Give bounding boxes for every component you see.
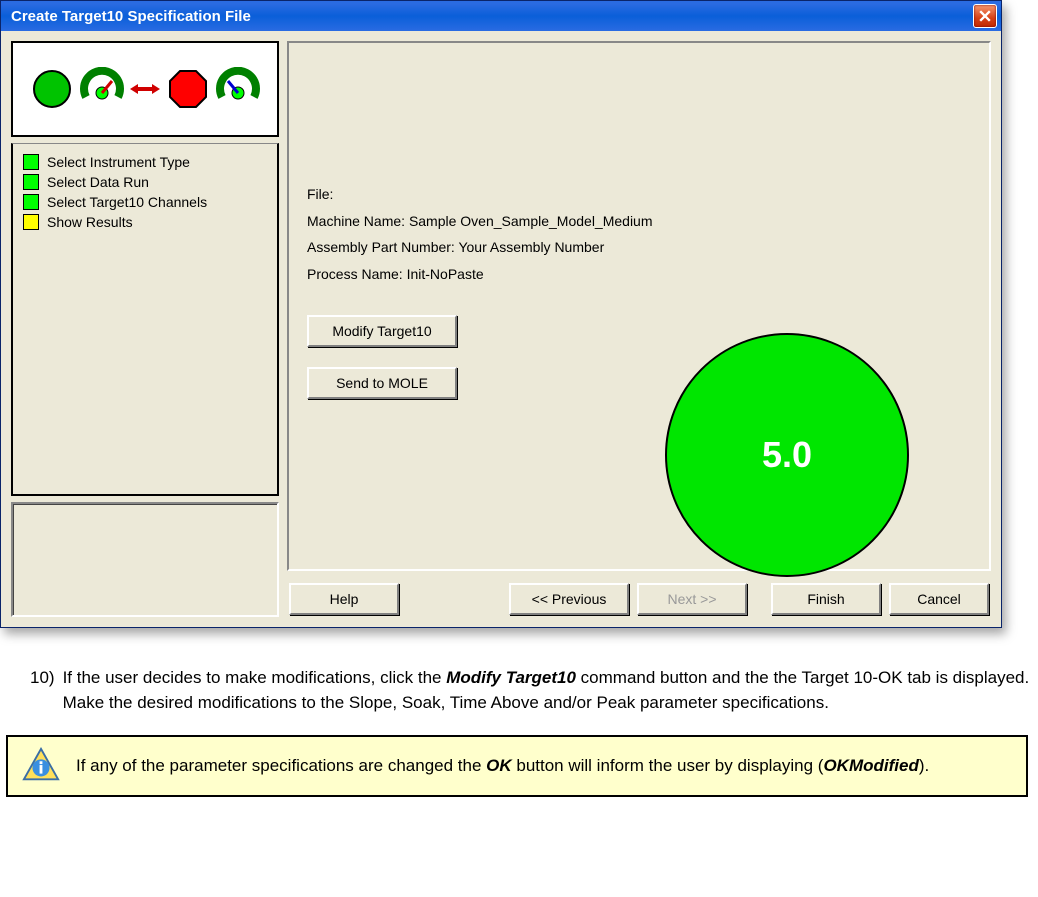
gauge-green2-icon [80, 67, 124, 111]
next-button: Next >> [637, 583, 747, 615]
ok-ref: OK [486, 756, 512, 775]
step-item: Show Results [23, 214, 267, 230]
step-status-icon [23, 194, 39, 210]
score-indicator: 5.0 [665, 333, 909, 577]
step-item: Select Data Run [23, 174, 267, 190]
step-body: If the user decides to make modification… [63, 666, 1030, 715]
sidebar: Select Instrument Type Select Data Run S… [11, 41, 279, 617]
okmodified-ref: OKModified [823, 756, 918, 775]
step-status-icon [23, 214, 39, 230]
step-item: Select Target10 Channels [23, 194, 267, 210]
step-number: 10) [30, 666, 63, 715]
note-text: If any of the parameter specifications a… [76, 756, 929, 776]
finish-button[interactable]: Finish [771, 583, 881, 615]
dialog-window: Create Target10 Specification File Selec… [0, 0, 1002, 628]
close-button[interactable] [973, 4, 997, 28]
info-note: If any of the parameter specifications a… [6, 735, 1028, 797]
process-line: Process Name: Init-NoPaste [307, 261, 971, 288]
gauge-green3-icon [216, 67, 260, 111]
score-value: 5.0 [762, 434, 812, 476]
window-title: Create Target10 Specification File [11, 8, 973, 25]
wizard-nav: Help << Previous Next >> Finish Cancel [287, 579, 991, 617]
info-block: File: Machine Name: Sample Oven_Sample_M… [307, 181, 971, 287]
client-area: Select Instrument Type Select Data Run S… [1, 31, 1001, 627]
previous-button[interactable]: << Previous [509, 583, 629, 615]
sidebar-bottom-panel [11, 502, 279, 617]
step-label: Show Results [47, 214, 133, 230]
help-button[interactable]: Help [289, 583, 399, 615]
cancel-button[interactable]: Cancel [889, 583, 989, 615]
step-label: Select Instrument Type [47, 154, 190, 170]
step-label: Select Data Run [47, 174, 149, 190]
doc-step: 10) If the user decides to make modifica… [0, 646, 1030, 725]
gauge-green-icon [30, 67, 74, 111]
send-to-mole-button[interactable]: Send to MOLE [307, 367, 457, 399]
modify-target10-button[interactable]: Modify Target10 [307, 315, 457, 347]
modify-target10-ref: Modify Target10 [446, 668, 576, 687]
file-line: File: [307, 181, 971, 208]
step-label: Select Target10 Channels [47, 194, 207, 210]
wizard-steps: Select Instrument Type Select Data Run S… [11, 143, 279, 496]
step-status-icon [23, 174, 39, 190]
step-status-icon [23, 154, 39, 170]
content-panel: File: Machine Name: Sample Oven_Sample_M… [287, 41, 991, 571]
assembly-line: Assembly Part Number: Your Assembly Numb… [307, 234, 971, 261]
info-icon [22, 747, 60, 785]
main-area: File: Machine Name: Sample Oven_Sample_M… [287, 41, 991, 617]
double-arrow-icon [130, 79, 160, 99]
close-icon [979, 10, 991, 22]
machine-line: Machine Name: Sample Oven_Sample_Model_M… [307, 208, 971, 235]
wizard-icon-panel [11, 41, 279, 137]
titlebar: Create Target10 Specification File [1, 1, 1001, 31]
step-item: Select Instrument Type [23, 154, 267, 170]
stop-icon [166, 67, 210, 111]
